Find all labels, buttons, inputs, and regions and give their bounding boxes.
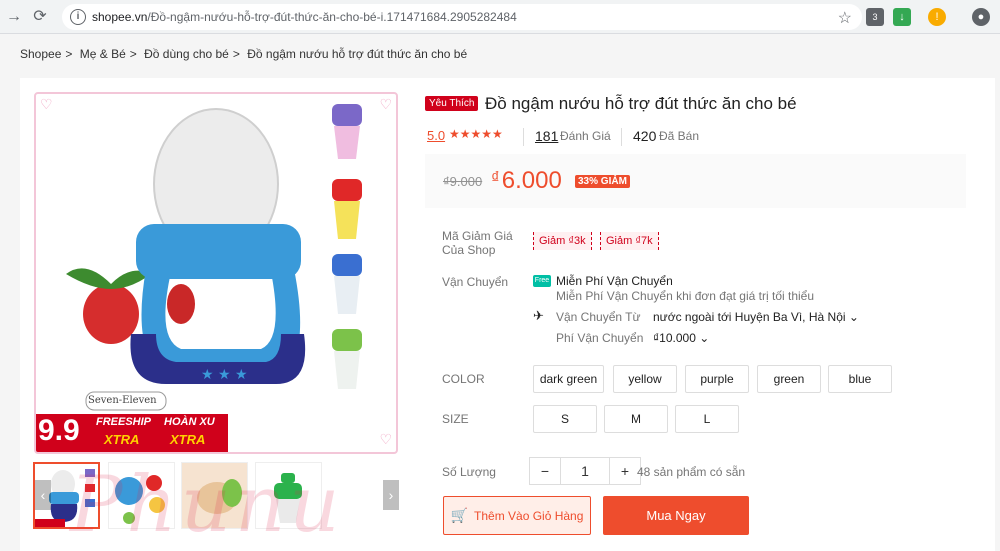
free-shipping-desc: Miễn Phí Vận Chuyển khi đơn đạt giá trị … xyxy=(556,289,815,303)
browser-toolbar: → ⟳ i shopee.vn/Đồ-ngậm-nướu-hỗ-trợ-đút-… xyxy=(0,0,1000,34)
sale-price: ₫6.000 xyxy=(491,167,562,195)
color-option-yellow[interactable]: yellow xyxy=(613,365,677,393)
favorite-badge: Yêu Thích xyxy=(425,96,479,111)
alert-extension-icon[interactable]: ! xyxy=(928,8,946,26)
green-teether-icon xyxy=(332,329,362,351)
chevron-down-icon: ⌄ xyxy=(699,331,710,345)
address-bar[interactable]: i shopee.vn/Đồ-ngậm-nướu-hỗ-trợ-đút-thức… xyxy=(62,4,862,30)
sale-price-value: 6.000 xyxy=(501,167,562,194)
teether-ring-icon xyxy=(136,224,301,279)
add-to-cart-label: Thêm Vào Giỏ Hàng xyxy=(474,509,584,523)
blue-teether-icon xyxy=(332,254,362,276)
quantity-input[interactable]: 1 xyxy=(560,457,610,485)
breadcrumb-do-dung[interactable]: Đồ dùng cho bé xyxy=(144,47,229,61)
product-title: Đồ ngậm nướu hỗ trợ đút thức ăn cho bé xyxy=(485,94,797,113)
buy-now-button[interactable]: Mua Ngay xyxy=(603,496,749,535)
extension-badge: 3 xyxy=(872,12,878,22)
extension-shield-icon[interactable]: 3 xyxy=(866,8,884,26)
free-shipping-icon-text: Free xyxy=(534,277,550,284)
free-shipping-icon: Free xyxy=(533,275,551,287)
size-option-m[interactable]: M xyxy=(604,405,668,433)
strawberry-icon xyxy=(83,284,139,344)
breadcrumb-me-be[interactable]: Mẹ & Bé xyxy=(80,47,126,61)
breadcrumb-separator: > xyxy=(232,47,240,61)
discount-badge: 33% GIẢM xyxy=(575,175,630,188)
color-option-purple[interactable]: purple xyxy=(685,365,749,393)
color-option-dark-green[interactable]: dark green xyxy=(533,365,604,393)
breadcrumb-current: Đồ ngậm nướu hỗ trợ đút thức ăn cho bé xyxy=(247,47,468,61)
breadcrumb-shopee[interactable]: Shopee xyxy=(20,47,61,61)
add-to-cart-button[interactable]: 🛒 Thêm Vào Giỏ Hàng xyxy=(443,496,591,535)
ship-fee-label: Phí Vận Chuyển xyxy=(556,331,644,345)
breadcrumb: Shopee > Mẹ & Bé > Đồ dùng cho bé > Đồ ngậm… xyxy=(20,47,471,61)
url-text[interactable]: shopee.vn/Đồ-ngậm-nướu-hỗ-trợ-đút-thức-ă… xyxy=(92,10,517,24)
thumbnail-2[interactable] xyxy=(108,462,175,529)
strawberry-icon xyxy=(167,284,195,324)
price-box: ₫9.000 ₫6.000 33% GIẢM xyxy=(425,154,966,208)
strawberry-leaf-icon xyxy=(66,268,151,289)
breadcrumb-separator: > xyxy=(129,47,137,61)
red-teether-icon xyxy=(332,179,362,201)
ship-fee-value[interactable]: ₫10.000 ⌄ xyxy=(653,331,709,345)
promo-hoanxu: HOÀN XU xyxy=(164,416,215,428)
thumbnail-strip: ‹ › xyxy=(33,462,403,532)
sold-count: 420 xyxy=(633,128,657,144)
original-price: ₫9.000 xyxy=(443,174,483,189)
profile-icon[interactable]: ● xyxy=(972,8,990,26)
url-host: shopee.vn xyxy=(92,10,148,24)
shipping-label: Vận Chuyển xyxy=(442,275,509,289)
free-shipping-title: Miễn Phí Vận Chuyển xyxy=(556,274,673,288)
rating-count[interactable]: 181 xyxy=(535,128,558,144)
thumbnail-3[interactable] xyxy=(181,462,248,529)
promo-xtra-1: XTRA xyxy=(104,432,140,447)
info-icon[interactable]: i xyxy=(70,9,86,25)
thumbnail-4[interactable] xyxy=(255,462,322,529)
rating-stars-icon: ★★★★★ xyxy=(449,127,503,141)
truck-icon: ✈ xyxy=(533,308,544,323)
url-path: /Đồ-ngậm-nướu-hỗ-trợ-đút-thức-ăn-cho-bé-… xyxy=(147,10,517,24)
size-label: SIZE xyxy=(442,412,469,426)
download-extension-icon[interactable]: ↓ xyxy=(893,8,911,26)
voucher-label: Mã Giảm Giá Của Shop xyxy=(442,229,513,257)
cart-icon: 🛒 xyxy=(450,507,469,523)
divider xyxy=(523,128,524,146)
rating-score[interactable]: 5.0 xyxy=(427,128,445,143)
chevron-down-icon: ⌄ xyxy=(848,310,859,324)
color-label: COLOR xyxy=(442,372,485,386)
breadcrumb-separator: > xyxy=(65,47,73,61)
ship-from-value[interactable]: nước ngoài tới Huyện Ba Vì, Hà Nội ⌄ xyxy=(653,310,859,324)
promo-xtra-2: XTRA xyxy=(170,432,206,447)
reload-icon[interactable]: ⟳ xyxy=(30,7,50,27)
color-option-blue[interactable]: blue xyxy=(828,365,892,393)
purple-teether-icon xyxy=(332,104,362,126)
ship-fee-text: ₫10.000 xyxy=(653,331,696,345)
rating-count-label: Đánh Giá xyxy=(560,129,611,143)
promo-sale: 9.9 xyxy=(38,414,80,447)
currency-symbol: ₫ xyxy=(491,168,500,187)
quantity-label: Số Lượng xyxy=(442,465,496,479)
color-option-green[interactable]: green xyxy=(757,365,821,393)
promo-brand: Seven-Eleven xyxy=(88,395,157,406)
quantity-decrease-button[interactable]: − xyxy=(529,457,561,485)
forward-arrow-icon[interactable]: → xyxy=(4,7,24,27)
star-decoration-icon: ★ ★ ★ xyxy=(201,367,248,383)
promo-freeship: FREESHIP xyxy=(96,416,152,428)
thumbnail-prev-arrow-icon[interactable]: ‹ xyxy=(35,480,51,510)
stock-text: 48 sản phẩm có sẵn xyxy=(637,465,746,479)
sold-label: Đã Bán xyxy=(659,129,700,143)
voucher-7k[interactable]: Giảm ₫7k xyxy=(600,232,659,250)
thumbnail-next-arrow-icon[interactable]: › xyxy=(383,480,399,510)
ship-from-label: Vận Chuyển Từ xyxy=(556,310,641,324)
size-option-s[interactable]: S xyxy=(533,405,597,433)
main-product-image[interactable]: ♡ ♡ ♡ ★ ★ ★ Seven-Eleven 9.9 FREESHIP XT… xyxy=(34,92,398,454)
ship-from-text: nước ngoài tới Huyện Ba Vì, Hà Nội xyxy=(653,310,846,324)
divider xyxy=(621,128,622,146)
bookmark-star-icon[interactable]: ☆ xyxy=(838,8,852,28)
size-option-l[interactable]: L xyxy=(675,405,739,433)
voucher-3k[interactable]: Giảm ₫3k xyxy=(533,232,592,250)
